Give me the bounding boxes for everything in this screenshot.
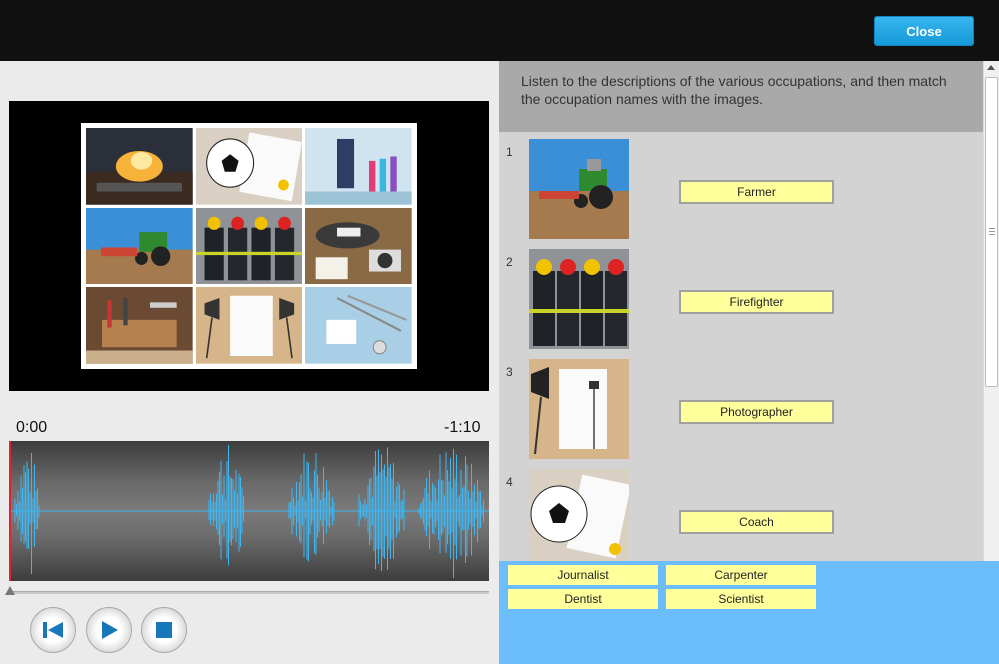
occupation-collage [81, 123, 417, 369]
scroll-thumb[interactable] [985, 77, 998, 387]
waveform-graphic [9, 445, 489, 579]
collage-tile-soccer [195, 128, 303, 205]
collage-tile-firefighter [195, 207, 303, 285]
answer-slot[interactable]: Firefighter [679, 290, 834, 314]
collage-tile-tractor [86, 207, 193, 285]
play-icon [102, 621, 118, 639]
media-panel: 0:00 -1:10 [0, 61, 499, 664]
word-bank: Journalist Carpenter Dentist Scientist [499, 561, 999, 664]
match-row: 2 Firefighter [499, 245, 983, 355]
exercise-scrollbar[interactable] [983, 61, 999, 561]
collage-tile-dental [305, 287, 412, 364]
tractor-image [529, 139, 629, 239]
word-chip[interactable]: Scientist [666, 589, 816, 609]
row-number: 4 [506, 475, 513, 489]
exercise-panel: Listen to the descriptions of the variou… [499, 61, 983, 561]
firefighter-image [529, 249, 629, 349]
scroll-up-arrow[interactable] [987, 65, 995, 70]
top-bar: Close [0, 0, 999, 61]
row-number: 2 [506, 255, 513, 269]
stop-icon [156, 622, 172, 638]
grip-icon [989, 228, 995, 236]
word-chip[interactable]: Journalist [508, 565, 658, 585]
photo-studio-image [529, 359, 629, 459]
match-row: 4 Coach [499, 465, 983, 561]
answer-slot[interactable]: Farmer [679, 180, 834, 204]
play-button[interactable] [86, 607, 132, 653]
word-chip[interactable]: Carpenter [666, 565, 816, 585]
time-elapsed: 0:00 [16, 419, 48, 436]
rewind-icon [43, 622, 63, 638]
answer-slot[interactable]: Photographer [679, 400, 834, 424]
audio-waveform[interactable] [9, 441, 489, 581]
collage-tile-photo-studio [195, 287, 303, 364]
word-chip[interactable]: Dentist [508, 589, 658, 609]
collage-tile-cooking [86, 128, 193, 205]
row-number: 1 [506, 145, 513, 159]
collage-tile-carpenter [86, 287, 193, 364]
collage-tile-laboratory [305, 128, 412, 205]
seek-bar[interactable] [5, 586, 489, 595]
answer-slot[interactable]: Coach [679, 510, 834, 534]
match-row: 1 Farmer [499, 135, 983, 245]
match-row: 3 Photographer [499, 355, 983, 465]
time-remaining: -1:10 [444, 419, 481, 436]
soccer-image [529, 469, 629, 561]
video-area[interactable] [9, 101, 489, 391]
stop-button[interactable] [141, 607, 187, 653]
collage-tile-journalist [305, 207, 412, 285]
close-button[interactable]: Close [874, 16, 974, 46]
seek-thumb[interactable] [5, 586, 15, 595]
instructions-text: Listen to the descriptions of the variou… [499, 61, 983, 132]
row-number: 3 [506, 365, 513, 379]
rewind-button[interactable] [30, 607, 76, 653]
playhead [9, 441, 11, 581]
